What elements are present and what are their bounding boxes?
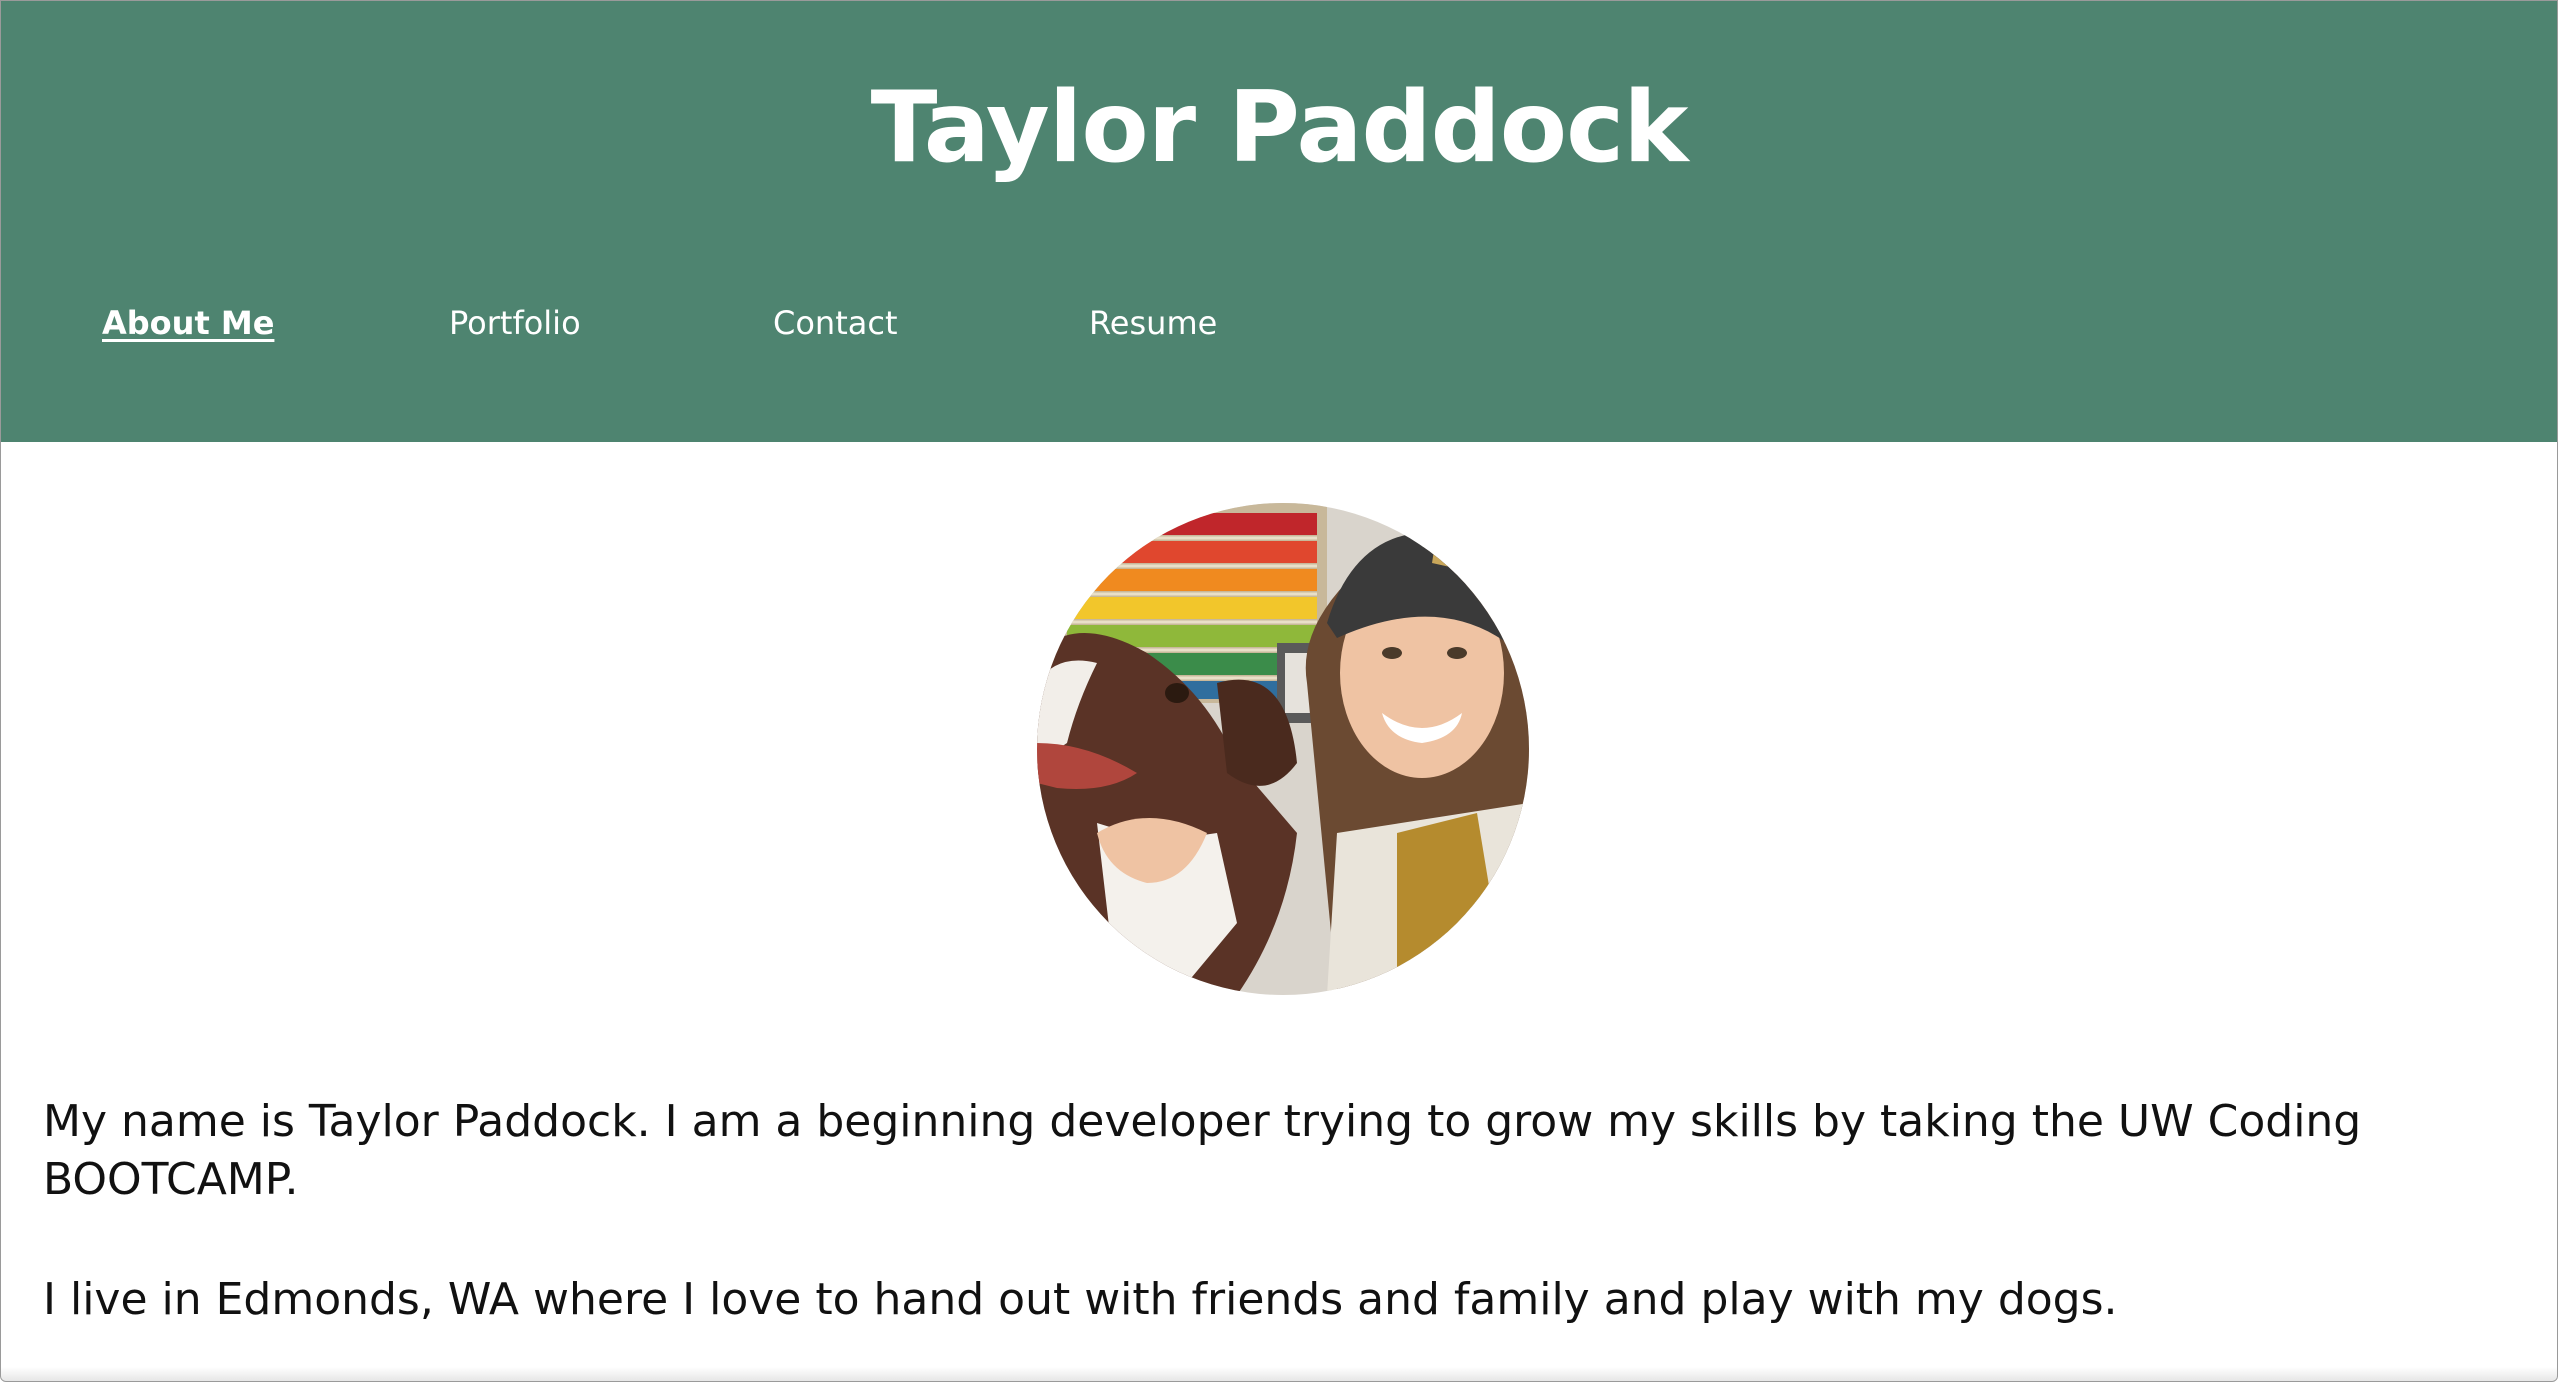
bio-paragraph-location: I live in Edmonds, WA where I love to ha… (43, 1274, 2118, 1325)
site-title: Taylor Paddock (870, 71, 1689, 185)
profile-photo-image (1037, 503, 1529, 995)
person (1305, 531, 1529, 995)
nav-link-contact[interactable]: Contact (773, 297, 898, 349)
site-header: Taylor Paddock About Me Portfolio Contac… (1, 1, 2557, 442)
browser-viewport: Taylor Paddock About Me Portfolio Contac… (0, 0, 2558, 1382)
main-nav: About Me Portfolio Contact Resume (1, 297, 2557, 349)
viewport-bottom-shadow (1, 1367, 2557, 1381)
profile-photo (1037, 503, 1529, 995)
nav-link-resume[interactable]: Resume (1089, 297, 1217, 349)
nav-link-portfolio[interactable]: Portfolio (449, 297, 581, 349)
bio-section: My name is Taylor Paddock. I am a beginn… (43, 1093, 2483, 1381)
dog (1037, 633, 1297, 995)
bio-paragraph-intro: My name is Taylor Paddock. I am a beginn… (43, 1096, 2362, 1205)
nav-link-about-me[interactable]: About Me (102, 297, 274, 349)
